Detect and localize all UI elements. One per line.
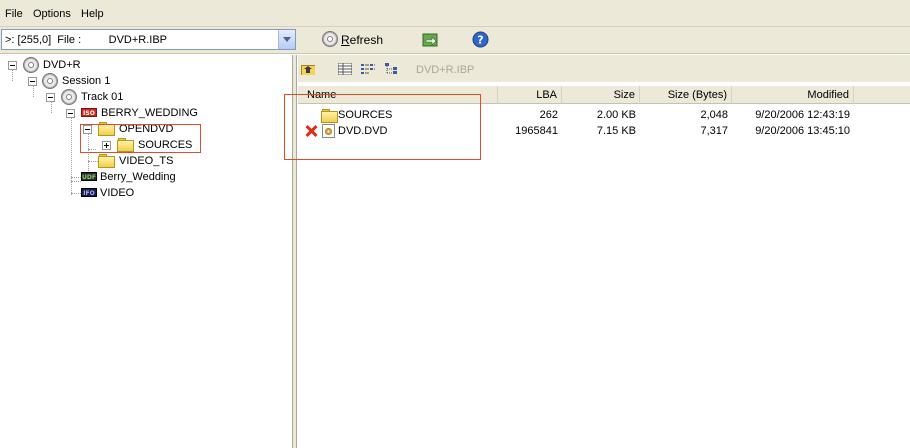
file-modified: 9/20/2006 13:45:10	[755, 125, 850, 137]
ifo-file-icon: IFO	[81, 188, 97, 197]
folder-icon	[98, 154, 115, 168]
collapse-icon[interactable]	[46, 93, 55, 102]
menu-help[interactable]: Help	[81, 8, 104, 20]
disc-icon	[23, 57, 39, 73]
tree-item-track[interactable]: Track 01	[46, 89, 156, 105]
details-view-icon[interactable]	[338, 63, 352, 75]
disc-icon	[42, 73, 58, 89]
column-header-size[interactable]: Size	[562, 86, 640, 104]
column-header-modified[interactable]: Modified	[732, 86, 854, 104]
refresh-button[interactable]: Refresh	[341, 33, 383, 47]
disc-icon	[61, 89, 77, 105]
tree-item-berry-wedding-iso[interactable]: ISO BERRY_WEDDING	[66, 105, 206, 121]
tree-item-label: VIDEO	[100, 187, 135, 199]
file-list-toolbar: DVD+R.IBP	[298, 55, 910, 82]
path-combobox-value: >: [255,0] File : DVD+R.IBP	[5, 34, 168, 46]
tree-item-berry-wedding-udf[interactable]: UDF Berry_Wedding	[79, 169, 199, 185]
file-lba: 262	[539, 109, 558, 121]
help-icon[interactable]: ?	[472, 31, 489, 48]
up-folder-icon[interactable]	[301, 63, 315, 75]
tree-item-label: Track 01	[81, 91, 124, 103]
export-icon[interactable]	[422, 31, 439, 48]
tree-item-session[interactable]: Session 1	[28, 73, 138, 89]
path-combobox[interactable]: >: [255,0] File : DVD+R.IBP	[1, 29, 296, 50]
udf-filesystem-icon: UDF	[81, 172, 97, 181]
refresh-disc-icon[interactable]	[322, 31, 338, 47]
toolbar: >: [255,0] File : DVD+R.IBP Refresh ?	[0, 27, 910, 54]
tree-item-video-ifo[interactable]: IFO VIDEO	[79, 185, 159, 201]
tree-item-label: DVD+R	[43, 59, 81, 71]
collapse-icon[interactable]	[28, 77, 37, 86]
refresh-label: efresh	[349, 33, 384, 47]
menu-file[interactable]: File	[5, 8, 23, 20]
tree-item-label: BERRY_WEDDING	[101, 107, 198, 119]
menu-bar: File Options Help	[0, 0, 910, 27]
file-size-bytes: 2,048	[700, 109, 728, 121]
tree-item-dvdr[interactable]: DVD+R	[8, 57, 108, 73]
svg-text:?: ?	[477, 34, 483, 47]
collapse-icon[interactable]	[66, 109, 75, 118]
tree-item-video-ts[interactable]: VIDEO_TS	[96, 153, 196, 169]
file-size-bytes: 7,317	[700, 125, 728, 137]
menu-options[interactable]: Options	[33, 8, 71, 20]
current-path: DVD+R.IBP	[416, 64, 475, 76]
collapse-icon[interactable]	[8, 61, 17, 70]
tree-item-label: Berry_Wedding	[100, 171, 176, 183]
tree-view-icon[interactable]	[385, 63, 399, 75]
file-modified: 9/20/2006 12:43:19	[755, 109, 850, 121]
column-header-lba[interactable]: LBA	[498, 86, 562, 104]
folder-tree: DVD+R Session 1 Track 01 ISO BERRY_WEDDI…	[0, 55, 293, 448]
highlight-box	[80, 124, 201, 153]
highlight-box	[284, 94, 481, 160]
column-header-size-bytes[interactable]: Size (Bytes)	[640, 86, 732, 104]
file-size: 7.15 KB	[596, 125, 636, 137]
tree-item-label: Session 1	[62, 75, 111, 87]
iso-filesystem-icon: ISO	[81, 108, 97, 117]
chevron-down-icon[interactable]	[278, 30, 295, 49]
tree-item-label: VIDEO_TS	[119, 155, 174, 167]
refresh-accelerator: R	[341, 33, 350, 47]
file-size: 2.00 KB	[596, 109, 636, 121]
file-lba: 1965841	[515, 125, 558, 137]
list-view-icon[interactable]	[361, 63, 375, 75]
